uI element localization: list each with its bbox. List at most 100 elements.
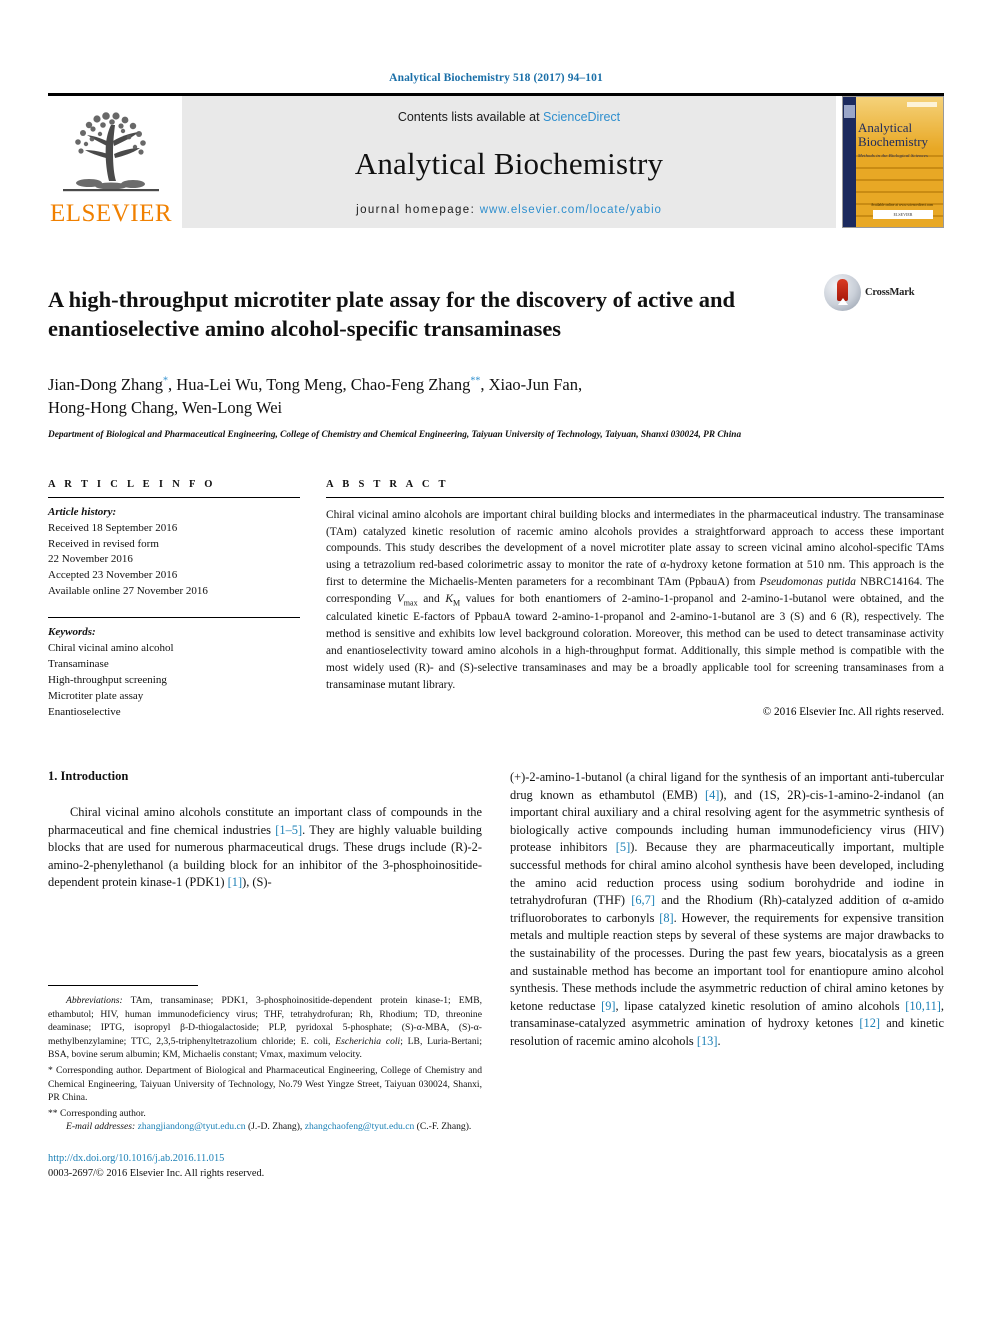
author-list: Jian-Dong Zhang*, Hua-Lei Wu, Tong Meng,…: [48, 373, 944, 420]
abstract-part-4: values for both enantiomers of 2-amino-1…: [326, 593, 944, 691]
author-line2: Hong-Hong Chang, Wen-Long Wei: [48, 398, 283, 418]
body-column-left: 1. Introduction Chiral vicinal amino alc…: [48, 769, 482, 1199]
intro-right-i: .: [717, 1034, 721, 1049]
email-owner-1: (J.-D. Zhang),: [245, 1121, 305, 1133]
journal-cover-image: Analytical Biochemistry Methods in the B…: [842, 96, 944, 228]
corresponding-author-2: ** Corresponding author.: [48, 1107, 482, 1121]
article-history-item: 22 November 2016: [48, 553, 133, 566]
elsevier-logo: ELSEVIER: [48, 96, 174, 228]
corr-text-2: Corresponding author.: [57, 1107, 146, 1119]
author-line1-a: Jian-Dong Zhang: [48, 374, 164, 394]
keyword-item: Microtiter plate assay: [48, 690, 144, 703]
email-link-1[interactable]: zhangjiandong@tyut.edu.cn: [138, 1121, 246, 1132]
email-addresses-footnote: E-mail addresses: zhangjiandong@tyut.edu…: [48, 1120, 482, 1134]
journal-homepage-line: journal homepage: www.elsevier.com/locat…: [356, 204, 662, 216]
crossmark-label: CrossMark: [865, 287, 915, 298]
cover-title-line1: Analytical: [858, 120, 913, 135]
abstract-part-3: and: [417, 593, 446, 606]
citation-6-7[interactable]: [6,7]: [631, 893, 655, 907]
affiliation: Department of Biological and Pharmaceuti…: [48, 430, 742, 441]
intro-right-e: . However, the requirements for expensiv…: [510, 910, 944, 1013]
abbreviations-label: Abbreviations:: [66, 994, 123, 1006]
article-info-heading: A R T I C L E I N F O: [48, 478, 216, 490]
section-heading-introduction: 1. Introduction: [48, 768, 129, 783]
email-label: E-mail addresses:: [66, 1121, 136, 1133]
keyword-item: Transaminase: [48, 658, 109, 671]
article-history-item: Available online 27 November 2016: [48, 585, 208, 598]
paper-page: Analytical Biochemistry 518 (2017) 94–10…: [0, 0, 992, 1323]
journal-band: Contents lists available at ScienceDirec…: [182, 96, 836, 228]
citation-5[interactable]: [5]: [616, 840, 630, 854]
article-history-item: Received in revised form: [48, 537, 159, 550]
body-columns: 1. Introduction Chiral vicinal amino alc…: [48, 769, 944, 1199]
elsevier-tree-icon: [63, 112, 159, 192]
footnotes-block: Abbreviations: TAm, transaminase; PDK1, …: [48, 984, 482, 1181]
abstract-vmax-sub: max: [403, 598, 418, 608]
keyword-item: High-throughput screening: [48, 674, 167, 687]
article-history-item: Accepted 23 November 2016: [48, 569, 178, 582]
homepage-prefix: journal homepage:: [356, 204, 480, 216]
running-head: Analytical Biochemistry 518 (2017) 94–10…: [389, 72, 603, 84]
cover-spine-badge-icon: [844, 105, 855, 118]
abstract-km: K: [445, 593, 453, 606]
article-info-column: A R T I C L E I N F O Article history: R…: [48, 479, 326, 721]
cover-subtitle: Methods in the Biological Sciences: [858, 153, 929, 158]
keywords-label: Keywords:: [48, 626, 96, 639]
corr-mark-2: **: [48, 1107, 58, 1119]
footnote-rule: [48, 984, 198, 986]
info-abstract-row: A R T I C L E I N F O Article history: R…: [48, 479, 944, 721]
citation-13[interactable]: [13]: [697, 1034, 718, 1048]
citation-1[interactable]: [1]: [228, 875, 242, 889]
abstract-heading: A B S T R A C T: [326, 478, 449, 490]
keyword-item: Chiral vicinal amino alcohol: [48, 642, 174, 655]
issn-copyright: 0003-2697/© 2016 Elsevier Inc. All right…: [48, 1167, 265, 1179]
cover-footer-small: Available online at www.sciencedirect.co…: [870, 203, 934, 207]
corr-text-1: Corresponding author. Department of Biol…: [48, 1064, 482, 1104]
crossmark-badge[interactable]: CrossMark: [824, 270, 944, 311]
intro-paragraph-right: (+)-2-amino-1-butanol (a chiral ligand f…: [510, 769, 944, 1051]
citation-9[interactable]: [9]: [601, 999, 615, 1013]
contents-prefix: Contents lists available at: [397, 110, 544, 124]
journal-homepage-link[interactable]: www.elsevier.com/locate/yabio: [480, 204, 662, 216]
article-history-label: Article history:: [48, 505, 117, 518]
cover-footer-badge: ELSEVIER: [873, 210, 933, 219]
author-mark-2[interactable]: **: [470, 375, 480, 386]
contents-list-line: Contents lists available at ScienceDirec…: [398, 110, 620, 124]
author-line1-c: , Xiao-Jun Fan,: [480, 374, 583, 394]
abstract-column: A B S T R A C T Chiral vicinal amino alc…: [326, 479, 944, 721]
abbrev-ecoli-short: E. coli: [300, 1035, 329, 1047]
email-link-2[interactable]: zhangchaofeng@tyut.edu.cn: [305, 1121, 415, 1132]
intro-right-f: , lipase catalyzed kinetic resolution of…: [615, 998, 906, 1013]
doi-link[interactable]: http://dx.doi.org/10.1016/j.ab.2016.11.0…: [48, 1152, 482, 1167]
author-line1-b: , Hua-Lei Wu, Tong Meng, Chao-Feng Zhang: [168, 374, 471, 394]
abstract-organism: Pseudomonas putida: [759, 576, 856, 589]
citation-8[interactable]: [8]: [659, 911, 673, 925]
email-owner-2: (C.-F. Zhang).: [414, 1121, 472, 1133]
intro-paragraph-left: Chiral vicinal amino alcohols constitute…: [48, 804, 482, 892]
crossmark-icon: [824, 274, 861, 311]
abbreviations-footnote: Abbreviations: TAm, transaminase; PDK1, …: [48, 994, 482, 1062]
citation-4[interactable]: [4]: [705, 788, 719, 802]
abbrev-ecoli-full: Escherichia coli: [335, 1035, 401, 1047]
article-history: Article history: Received 18 September 2…: [48, 498, 300, 601]
page-title: A high-throughput microtiter plate assay…: [48, 287, 736, 342]
abstract-text: Chiral vicinal amino alcohols are import…: [326, 498, 944, 694]
journal-masthead: ELSEVIER Contents lists available at Sci…: [48, 93, 944, 228]
keywords-block: Keywords: Chiral vicinal amino alcohol T…: [48, 618, 300, 721]
abstract-copyright: © 2016 Elsevier Inc. All rights reserved…: [762, 705, 944, 718]
sciencedirect-link[interactable]: ScienceDirect: [543, 110, 620, 124]
title-block: A high-throughput microtiter plate assay…: [48, 270, 944, 359]
citation-12[interactable]: [12]: [859, 1016, 880, 1030]
intro-left-c: ), (S)-: [242, 875, 272, 890]
body-column-right: (+)-2-amino-1-butanol (a chiral ligand f…: [510, 769, 944, 1199]
cover-corner-label: [907, 102, 937, 107]
journal-title: Analytical Biochemistry: [354, 146, 664, 181]
citation-1-5[interactable]: [1–5]: [275, 823, 302, 837]
elsevier-wordmark: ELSEVIER: [49, 200, 173, 227]
abstract-vmax: V: [396, 593, 404, 606]
citation-10-11[interactable]: [10,11]: [905, 999, 941, 1013]
corresponding-author-1: * Corresponding author. Department of Bi…: [48, 1064, 482, 1105]
article-history-item: Received 18 September 2016: [48, 521, 178, 534]
cover-title-line2: Biochemistry: [858, 133, 929, 149]
